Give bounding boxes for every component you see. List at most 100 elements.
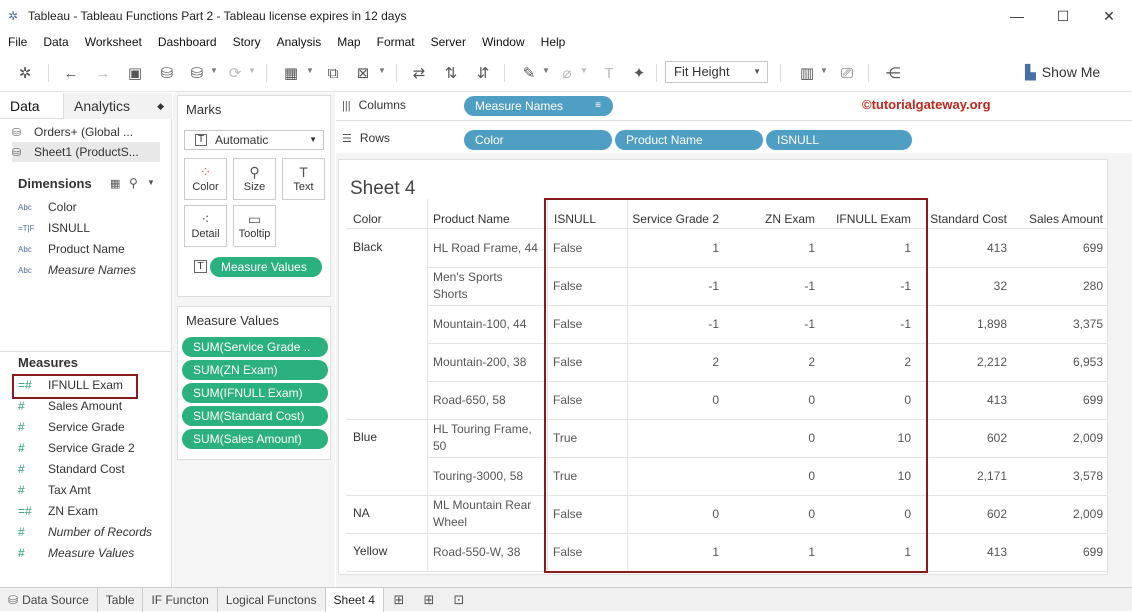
maximize-button[interactable]: ☐: [1040, 0, 1086, 32]
size-button[interactable]: ⚲ Size: [233, 158, 276, 200]
color-button[interactable]: ⁘ Color: [184, 158, 227, 200]
row-product-label[interactable]: HL Touring Frame,: [433, 422, 532, 436]
tab-table[interactable]: Table: [98, 587, 144, 612]
menu-server[interactable]: Server: [423, 32, 474, 52]
new-story-icon[interactable]: ⊡: [444, 588, 474, 612]
row-product-label[interactable]: Road-650, 58: [433, 393, 506, 407]
share-icon[interactable]: ⋲: [882, 62, 904, 84]
row-product-label[interactable]: 50: [433, 439, 446, 453]
row-product-label[interactable]: Men's Sports: [433, 270, 503, 284]
row-product-label[interactable]: Mountain-200, 38: [433, 355, 526, 369]
field-tax-amt[interactable]: # Tax Amt: [18, 480, 168, 500]
measure-pill[interactable]: SUM(Service Grade ..: [182, 337, 328, 357]
field-number-of-records[interactable]: # Number of Records: [18, 522, 168, 542]
save-icon[interactable]: ▣: [124, 62, 146, 84]
field-zn-exam[interactable]: =# ZN Exam: [18, 501, 168, 521]
row-product-label[interactable]: Road-550-W, 38: [433, 545, 520, 559]
chevron-down-icon[interactable]: ▼: [248, 66, 256, 75]
swap-rows-columns-icon[interactable]: ⇄: [408, 62, 430, 84]
sort-descending-icon[interactable]: ⇵: [472, 62, 494, 84]
menu-file[interactable]: File: [0, 32, 35, 52]
tableau-home-icon[interactable]: ✲: [14, 62, 36, 84]
isnull-row-pill[interactable]: ISNULL: [766, 130, 912, 150]
fit-dropdown[interactable]: Fit Height ▼: [665, 61, 768, 83]
refresh-icon[interactable]: ⟳: [224, 62, 246, 84]
tab-sheet-4[interactable]: Sheet 4: [325, 587, 384, 612]
menu-analysis[interactable]: Analysis: [269, 32, 330, 52]
highlight-icon[interactable]: ✎: [518, 62, 540, 84]
measure-pill[interactable]: SUM(IFNULL Exam): [182, 383, 328, 403]
show-me-button[interactable]: ▙ Show Me: [1025, 62, 1100, 82]
minimize-button[interactable]: —: [994, 0, 1040, 32]
field-standard-cost[interactable]: # Standard Cost: [18, 459, 168, 479]
tooltip-button[interactable]: ▭ Tooltip: [233, 205, 276, 247]
chevron-down-icon[interactable]: ▼: [580, 66, 588, 75]
undo-icon[interactable]: ←: [60, 62, 82, 84]
column-header[interactable]: Standard Cost: [930, 212, 1007, 226]
row-color-label[interactable]: Black: [353, 240, 382, 254]
product-name-row-pill[interactable]: Product Name: [615, 130, 763, 150]
measure-pill[interactable]: SUM(Standard Cost): [182, 406, 328, 426]
show-cards-icon[interactable]: ▥: [796, 62, 818, 84]
column-header[interactable]: Sales Amount: [1029, 212, 1103, 226]
row-product-label[interactable]: Wheel: [433, 515, 467, 529]
measure-pill[interactable]: SUM(ZN Exam): [182, 360, 328, 380]
row-color-label[interactable]: Blue: [353, 430, 377, 444]
field-color[interactable]: Abc Color: [18, 197, 168, 217]
menu-data[interactable]: Data: [35, 32, 76, 52]
field-service-grade-2[interactable]: # Service Grade 2: [18, 438, 168, 458]
measure-values-text-pill[interactable]: Measure Values: [210, 257, 322, 277]
tab-analytics[interactable]: Analytics ◆: [64, 93, 172, 119]
color-row-pill[interactable]: Color: [464, 130, 612, 150]
datasource-orders[interactable]: ⛁ Orders+ (Global ...: [12, 122, 160, 142]
text-button[interactable]: T Text: [282, 158, 325, 200]
row-color-label[interactable]: Yellow: [353, 544, 387, 558]
new-worksheet-icon[interactable]: ▦: [280, 62, 302, 84]
chevron-down-icon[interactable]: ▼: [820, 66, 828, 75]
column-header[interactable]: Product Name: [433, 212, 510, 226]
group-members-icon[interactable]: ⌀: [556, 62, 578, 84]
menu-format[interactable]: Format: [369, 32, 423, 52]
chevron-down-icon[interactable]: ▼: [542, 66, 550, 75]
menu-help[interactable]: Help: [533, 32, 574, 52]
chevron-down-icon[interactable]: ▼: [306, 66, 314, 75]
chevron-down-icon[interactable]: ▼: [378, 66, 386, 75]
chevron-down-icon[interactable]: ▼: [147, 178, 155, 187]
columns-shelf[interactable]: ||| Columns Measure Names ≡: [336, 93, 1132, 121]
row-product-label[interactable]: Mountain-100, 44: [433, 317, 526, 331]
field-product-name[interactable]: Abc Product Name: [18, 239, 168, 259]
field-sales-amount[interactable]: # Sales Amount: [18, 396, 168, 416]
tab-data[interactable]: Data: [0, 93, 64, 119]
menu-window[interactable]: Window: [474, 32, 533, 52]
rows-shelf[interactable]: ☰ Rows Color Product Name ISNULL: [336, 126, 1132, 154]
menu-story[interactable]: Story: [225, 32, 269, 52]
measure-names-pill[interactable]: Measure Names ≡: [464, 96, 613, 116]
row-product-label[interactable]: ML Mountain Rear: [433, 498, 531, 512]
show-mark-labels-icon[interactable]: T: [598, 62, 620, 84]
menu-map[interactable]: Map: [329, 32, 368, 52]
presentation-mode-icon[interactable]: ⎚: [836, 62, 858, 84]
new-datasource-icon[interactable]: ⛁: [156, 62, 178, 84]
new-dashboard-icon[interactable]: ⊞: [414, 588, 444, 612]
row-color-label[interactable]: NA: [353, 506, 370, 520]
row-product-label[interactable]: HL Road Frame, 44: [433, 241, 538, 255]
clear-sheet-icon[interactable]: ⊠: [352, 62, 374, 84]
column-header[interactable]: Color: [353, 212, 382, 226]
pane-menu-icon[interactable]: ◆: [157, 93, 164, 119]
mark-type-dropdown[interactable]: T Automatic ▼: [184, 130, 324, 150]
tab-if-functon[interactable]: IF Functon: [143, 587, 218, 612]
row-product-label[interactable]: Touring-3000, 58: [433, 469, 523, 483]
redo-icon[interactable]: →: [92, 62, 114, 84]
pin-axes-icon[interactable]: ✦: [628, 62, 650, 84]
field-measure-values[interactable]: # Measure Values: [18, 543, 168, 563]
tab-data-source[interactable]: ⛁ Data Source: [0, 587, 98, 612]
sort-ascending-icon[interactable]: ⇅: [440, 62, 462, 84]
chevron-down-icon[interactable]: ▼: [210, 66, 218, 75]
menu-dashboard[interactable]: Dashboard: [150, 32, 225, 52]
menu-worksheet[interactable]: Worksheet: [77, 32, 150, 52]
field-service-grade[interactable]: # Service Grade: [18, 417, 168, 437]
pause-updates-icon[interactable]: ⛁: [186, 62, 208, 84]
field-isnull[interactable]: =T|F ISNULL: [18, 218, 168, 238]
close-button[interactable]: ✕: [1086, 0, 1132, 32]
view-grid-icon[interactable]: ▦: [110, 177, 120, 190]
